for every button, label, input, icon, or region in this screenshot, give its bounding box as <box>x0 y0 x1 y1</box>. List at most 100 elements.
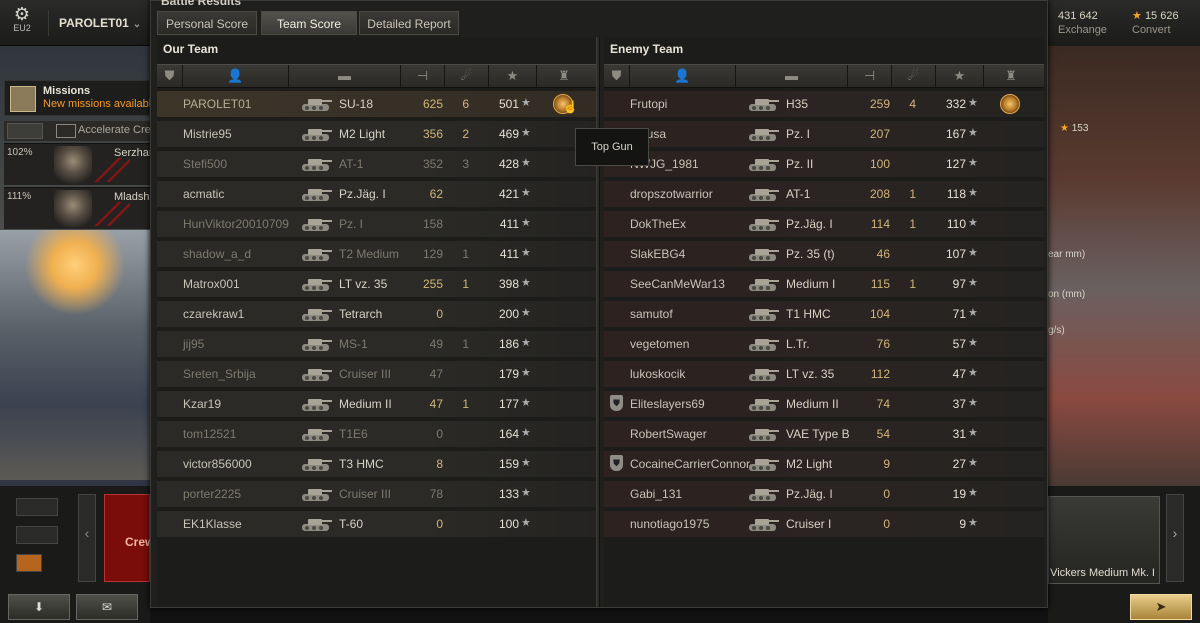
accelerate-crew-toggle[interactable]: Accelerate Crew <box>4 121 150 141</box>
tank-icon <box>746 333 780 355</box>
player-row[interactable]: MausaPz. I207167★ <box>604 121 1044 147</box>
player-row[interactable]: samutof T1 HMC 104 71 ★ <box>604 301 1044 327</box>
credits-convert[interactable]: ★ 15 626 Convert <box>1132 9 1179 37</box>
damage-value: 114 <box>870 217 890 231</box>
squad-column-icon[interactable]: ⛊ <box>157 65 183 87</box>
tank-icon <box>299 153 333 175</box>
our-team-panel: Our Team ⛊ 👤 ▬ ⊣ ☄ ★ ♜ PAROLET01 SU-18 625… <box>157 37 597 607</box>
download-button[interactable]: ⬇ <box>8 594 70 620</box>
player-row[interactable]: ⛊ CocaineCarrierConnor M2 Light 9 27 ★ <box>604 451 1044 477</box>
missions-button[interactable]: Missions New missions available <box>4 80 157 116</box>
star-icon: ★ <box>968 277 978 289</box>
tank-name: Pz. I <box>786 127 811 141</box>
player-row[interactable]: Matrox001 LT vz. 35 255 1 398 ★ <box>157 271 597 297</box>
player-row[interactable]: PAROLET01 SU-18 625 6 501 ★ <box>157 91 597 117</box>
star-icon: ★ <box>968 247 978 259</box>
player-row[interactable]: RobertSwager VAE Type B 54 31 ★ <box>604 421 1044 447</box>
crew-member[interactable]: 102% Serzhant <box>4 143 158 185</box>
player-row[interactable]: Stefi500 AT-1 352 3 428 ★ <box>157 151 597 177</box>
player-row[interactable]: ⛊ Eliteslayers69 Medium II 74 37 ★ <box>604 391 1044 417</box>
player-row[interactable]: Sreten_Srbija Cruiser III 47 179 ★ <box>157 361 597 387</box>
damage-value: 0 <box>436 307 443 321</box>
top-gun-medal-icon[interactable] <box>1000 94 1020 114</box>
enemy-team-header: ⛊ 👤 ▬ ⊣ ☄ ★ ♜ <box>604 64 1044 88</box>
damage-value: 100 <box>869 157 890 171</box>
star-icon: ★ <box>521 397 531 409</box>
player-name: czarekraw1 <box>183 307 245 321</box>
battle-button[interactable]: ➤ <box>1130 594 1192 620</box>
tank-spec-text: g/s) <box>1048 325 1065 336</box>
type-filter-button[interactable] <box>16 526 58 544</box>
tab-personal-score[interactable]: Personal Score <box>157 11 257 35</box>
credits-amount: 15 626 <box>1144 10 1179 22</box>
frags-column-icon[interactable]: ☄ <box>892 65 936 87</box>
squad-column-icon[interactable]: ⛊ <box>604 65 630 87</box>
medal-column-icon[interactable]: ♜ <box>984 65 1038 87</box>
player-row[interactable]: jij95 MS-1 49 1 186 ★ <box>157 331 597 357</box>
xp-column-icon[interactable]: ★ <box>936 65 984 87</box>
tank-icon <box>299 453 333 475</box>
damage-column-icon[interactable]: ⊣ <box>401 65 445 87</box>
crew-member[interactable]: 111% Mladshiy <box>4 187 157 229</box>
frags-column-icon[interactable]: ☄ <box>445 65 489 87</box>
tank-card[interactable]: Crew <box>104 494 154 582</box>
player-row[interactable]: czarekraw1 Tetrarch 0 200 ★ <box>157 301 597 327</box>
player-name: Matrox001 <box>183 277 240 291</box>
player-row[interactable]: lukoskocik LT vz. 35 112 47 ★ <box>604 361 1044 387</box>
xp-value: 71 <box>952 307 966 321</box>
squad-icon: ⛊ <box>610 395 623 411</box>
player-row[interactable]: porter2225 Cruiser III 78 133 ★ <box>157 481 597 507</box>
server-selector[interactable]: ⚙ EU2 <box>6 5 38 33</box>
damage-value: 47 <box>429 397 443 411</box>
player-row[interactable]: Gabi_131 Pz.Jäg. I 0 19 ★ <box>604 481 1044 507</box>
player-row[interactable]: SeeCanMeWar13 Medium I 115 1 97 ★ <box>604 271 1044 297</box>
player-row[interactable]: nunotiago1975 Cruiser I 0 9 ★ <box>604 511 1044 537</box>
player-row[interactable]: Kzar19 Medium II 47 1 177 ★ <box>157 391 597 417</box>
tank-column-icon[interactable]: ▬ <box>736 65 848 87</box>
player-menu[interactable]: PAROLET01 ⌄ <box>48 10 144 36</box>
damage-value: 0 <box>436 517 443 531</box>
player-row[interactable]: shadow_a_d T2 Medium 129 1 411 ★ <box>157 241 597 267</box>
player-row[interactable]: tom12521 T1E6 0 164 ★ <box>157 421 597 447</box>
tank-column-icon[interactable]: ▬ <box>289 65 401 87</box>
tab-detailed-report[interactable]: Detailed Report <box>359 11 459 35</box>
tank-card[interactable]: Vickers Medium Mk. I <box>1048 496 1160 584</box>
player-column-icon[interactable]: 👤 <box>630 65 736 87</box>
tab-team-score[interactable]: Team Score <box>261 11 357 35</box>
xp-value: 398 <box>498 277 519 291</box>
chat-button[interactable]: ✉ <box>76 594 138 620</box>
globe-filter-button[interactable] <box>16 498 58 516</box>
medal-column-icon[interactable]: ♜ <box>537 65 591 87</box>
xp-value: 37 <box>952 397 966 411</box>
tank-icon <box>299 123 333 145</box>
xp-value: 57 <box>952 337 966 351</box>
player-name: Stefi500 <box>183 157 228 171</box>
player-name: SeeCanMeWar13 <box>630 277 725 291</box>
player-row[interactable]: HunViktor20010709 Pz. I 158 411 ★ <box>157 211 597 237</box>
player-row[interactable]: victor856000 T3 HMC 8 159 ★ <box>157 451 597 477</box>
player-row[interactable]: DokTheEx Pz.Jäg. I 114 1 110 ★ <box>604 211 1044 237</box>
gold-exchange[interactable]: 431 642 Exchange <box>1058 9 1107 37</box>
tank-name: Pz. II <box>786 157 814 171</box>
player-name: Gabi_131 <box>630 487 683 501</box>
star-icon: ★ <box>968 187 978 199</box>
carousel-right-arrow[interactable]: › <box>1166 494 1184 582</box>
player-row[interactable]: NWJG_1981 Pz. II 100 127 ★ <box>604 151 1044 177</box>
player-row[interactable]: EK1Klasse T-60 0 100 ★ <box>157 511 597 537</box>
player-column-icon[interactable]: 👤 <box>183 65 289 87</box>
player-row[interactable]: vegetomen L.Tr. 76 57 ★ <box>604 331 1044 357</box>
damage-column-icon[interactable]: ⊣ <box>848 65 892 87</box>
player-row[interactable]: SlakEBG4 Pz. 35 (t) 46 107 ★ <box>604 241 1044 267</box>
damage-value: 8 <box>436 457 443 471</box>
player-row[interactable]: dropszotwarrior AT-1 208 1 118 ★ <box>604 181 1044 207</box>
battle-results-window: Battle Results Personal Score Team Score… <box>150 0 1048 608</box>
player-row[interactable]: acmatic Pz.Jäg. I 62 421 ★ <box>157 181 597 207</box>
premium-filter-button[interactable] <box>16 554 42 572</box>
damage-value: 0 <box>436 427 443 441</box>
xp-column-icon[interactable]: ★ <box>489 65 537 87</box>
player-row[interactable]: Frutopi H35 259 4 332 ★ <box>604 91 1044 117</box>
tank-icon <box>746 153 780 175</box>
carousel-left-arrow[interactable]: ‹ <box>78 494 96 582</box>
tank-name: Pz.Jäg. I <box>786 487 833 501</box>
player-row[interactable]: Mistrie95 M2 Light 356 2 469 ★ <box>157 121 597 147</box>
